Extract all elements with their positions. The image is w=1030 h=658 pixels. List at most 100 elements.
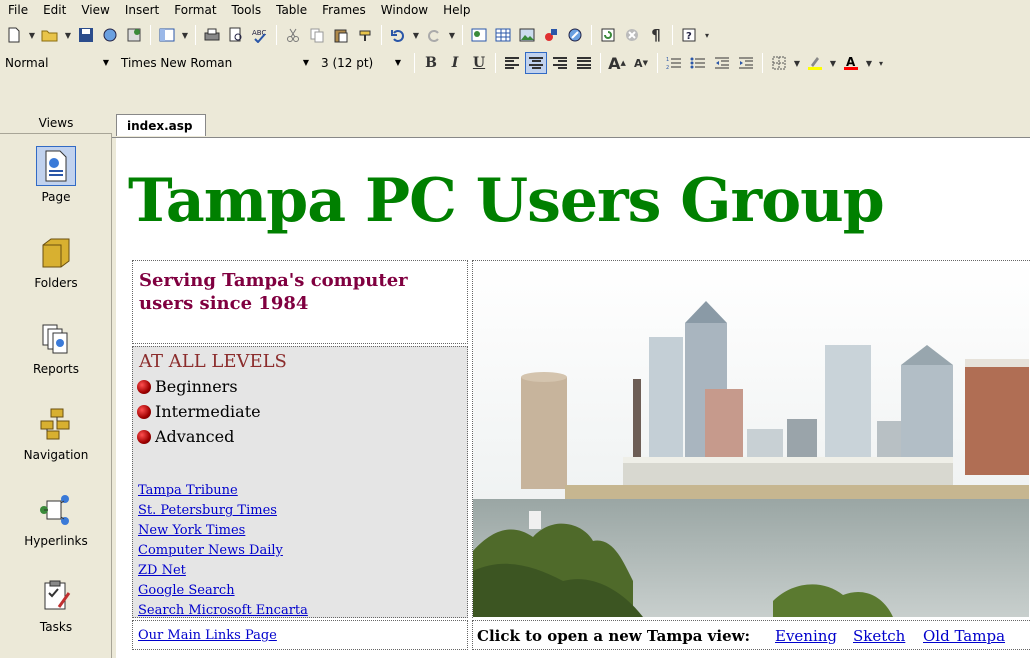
view-page[interactable]: Page — [0, 146, 112, 204]
menu-file[interactable]: File — [2, 0, 37, 20]
print-icon[interactable] — [201, 24, 223, 46]
link-zd-net[interactable]: ZD Net — [138, 563, 186, 578]
link-tampa-tribune[interactable]: Tampa Tribune — [138, 483, 238, 498]
page-editor[interactable]: Tampa PC Users Group Serving Tampa's com… — [116, 138, 1030, 658]
link-google-search[interactable]: Google Search — [138, 583, 235, 598]
undo-icon[interactable] — [387, 24, 409, 46]
cut-icon[interactable] — [282, 24, 304, 46]
web-component-icon[interactable] — [468, 24, 490, 46]
search-web-icon[interactable] — [99, 24, 121, 46]
serving-line-2: users since 1984 — [139, 293, 309, 314]
align-left-icon[interactable] — [501, 52, 523, 74]
new-dropdown-icon[interactable]: ▼ — [27, 24, 37, 46]
open-folder-icon[interactable] — [39, 24, 61, 46]
serving-cell[interactable]: Serving Tampa's computer users since 198… — [132, 260, 468, 344]
toolbar-options-icon[interactable]: ▾ — [876, 52, 886, 74]
menu-bar: File Edit View Insert Format Tools Table… — [0, 0, 1030, 20]
new-page-icon[interactable] — [3, 24, 25, 46]
font-color-dropdown-icon[interactable]: ▼ — [864, 52, 874, 74]
view-navigation-label: Navigation — [23, 448, 89, 462]
paste-icon[interactable] — [330, 24, 352, 46]
borders-icon[interactable] — [768, 52, 790, 74]
preview-icon[interactable] — [225, 24, 247, 46]
drawing-icon[interactable] — [540, 24, 562, 46]
publish-icon[interactable] — [123, 24, 145, 46]
svg-text:A: A — [846, 55, 856, 69]
decrease-indent-icon[interactable] — [711, 52, 733, 74]
insert-picture-icon[interactable] — [516, 24, 538, 46]
view-reports-label: Reports — [32, 362, 80, 376]
style-select[interactable]: Normal ▼ — [2, 53, 114, 73]
svg-text:?: ? — [686, 31, 692, 42]
menu-window[interactable]: Window — [375, 0, 437, 20]
redo-dropdown-icon[interactable]: ▼ — [447, 24, 457, 46]
view-tasks[interactable]: Tasks — [0, 576, 112, 634]
menu-format[interactable]: Format — [168, 0, 225, 20]
views-header: Views — [0, 112, 112, 134]
hyperlink-icon[interactable] — [564, 24, 586, 46]
align-center-icon[interactable] — [525, 52, 547, 74]
view-navigation[interactable]: Navigation — [0, 404, 112, 462]
borders-dropdown-icon[interactable]: ▼ — [792, 52, 802, 74]
menu-table[interactable]: Table — [270, 0, 316, 20]
bullets-icon[interactable] — [687, 52, 709, 74]
copy-icon[interactable] — [306, 24, 328, 46]
underline-button[interactable]: U — [468, 52, 490, 74]
style-value: Normal — [5, 56, 49, 70]
view-reports[interactable]: Reports — [0, 318, 112, 376]
font-size-select[interactable]: 3 (12 pt) ▼ — [318, 53, 406, 73]
toolbar-separator — [600, 53, 601, 73]
show-all-icon[interactable]: ¶ — [645, 24, 667, 46]
tampa-view-cell[interactable]: Click to open a new Tampa view: Evening … — [472, 620, 1030, 650]
highlight-icon[interactable] — [804, 52, 826, 74]
toggle-pane-icon[interactable] — [156, 24, 178, 46]
redo-icon[interactable] — [423, 24, 445, 46]
increase-indent-icon[interactable] — [735, 52, 757, 74]
link-computer-news-daily[interactable]: Computer News Daily — [138, 543, 283, 558]
link-old-tampa[interactable]: Old Tampa — [923, 627, 1005, 645]
pane-dropdown-icon[interactable]: ▼ — [180, 24, 190, 46]
link-evening[interactable]: Evening — [775, 627, 837, 645]
align-right-icon[interactable] — [549, 52, 571, 74]
help-icon[interactable]: ? — [678, 24, 700, 46]
toolbar-options-icon[interactable]: ▾ — [702, 24, 712, 46]
font-color-icon[interactable]: A — [840, 52, 862, 74]
view-folders[interactable]: Folders — [0, 232, 112, 290]
increase-font-icon[interactable]: A ▲ — [606, 52, 628, 74]
italic-button[interactable]: I — [444, 52, 466, 74]
stop-icon[interactable] — [621, 24, 643, 46]
list-item: Intermediate — [137, 402, 261, 421]
highlight-dropdown-icon[interactable]: ▼ — [828, 52, 838, 74]
save-icon[interactable] — [75, 24, 97, 46]
menu-edit[interactable]: Edit — [37, 0, 75, 20]
main-links-cell[interactable]: Our Main Links Page — [132, 620, 468, 650]
levels-cell[interactable]: AT ALL LEVELS Beginners Intermediate Adv… — [132, 346, 468, 618]
link-main-links-page[interactable]: Our Main Links Page — [138, 628, 277, 643]
link-new-york-times[interactable]: New York Times — [138, 523, 245, 538]
insert-table-icon[interactable] — [492, 24, 514, 46]
font-select[interactable]: Times New Roman ▼ — [118, 53, 314, 73]
tampa-skyline-image[interactable] — [472, 260, 1030, 618]
menu-insert[interactable]: Insert — [119, 0, 168, 20]
view-hyperlinks[interactable]: Hyperlinks — [0, 490, 112, 548]
menu-view[interactable]: View — [75, 0, 118, 20]
levels-heading: AT ALL LEVELS — [139, 351, 287, 372]
refresh-icon[interactable] — [597, 24, 619, 46]
link-search-microsoft-encarta[interactable]: Search Microsoft Encarta — [138, 603, 308, 618]
numbering-icon[interactable]: 12 — [663, 52, 685, 74]
tab-index-asp[interactable]: index.asp — [116, 114, 206, 136]
menu-frames[interactable]: Frames — [316, 0, 375, 20]
menu-tools[interactable]: Tools — [226, 0, 271, 20]
spelling-icon[interactable]: ABC — [249, 24, 271, 46]
justify-icon[interactable] — [573, 52, 595, 74]
view-page-label: Page — [41, 190, 71, 204]
link-sketch[interactable]: Sketch — [853, 627, 905, 645]
open-dropdown-icon[interactable]: ▼ — [63, 24, 73, 46]
decrease-font-icon[interactable]: A ▼ — [630, 52, 652, 74]
bold-button[interactable]: B — [420, 52, 442, 74]
format-painter-icon[interactable] — [354, 24, 376, 46]
menu-help[interactable]: Help — [437, 0, 479, 20]
view-tasks-label: Tasks — [39, 620, 73, 634]
link-st-petersburg-times[interactable]: St. Petersburg Times — [138, 503, 277, 518]
undo-dropdown-icon[interactable]: ▼ — [411, 24, 421, 46]
